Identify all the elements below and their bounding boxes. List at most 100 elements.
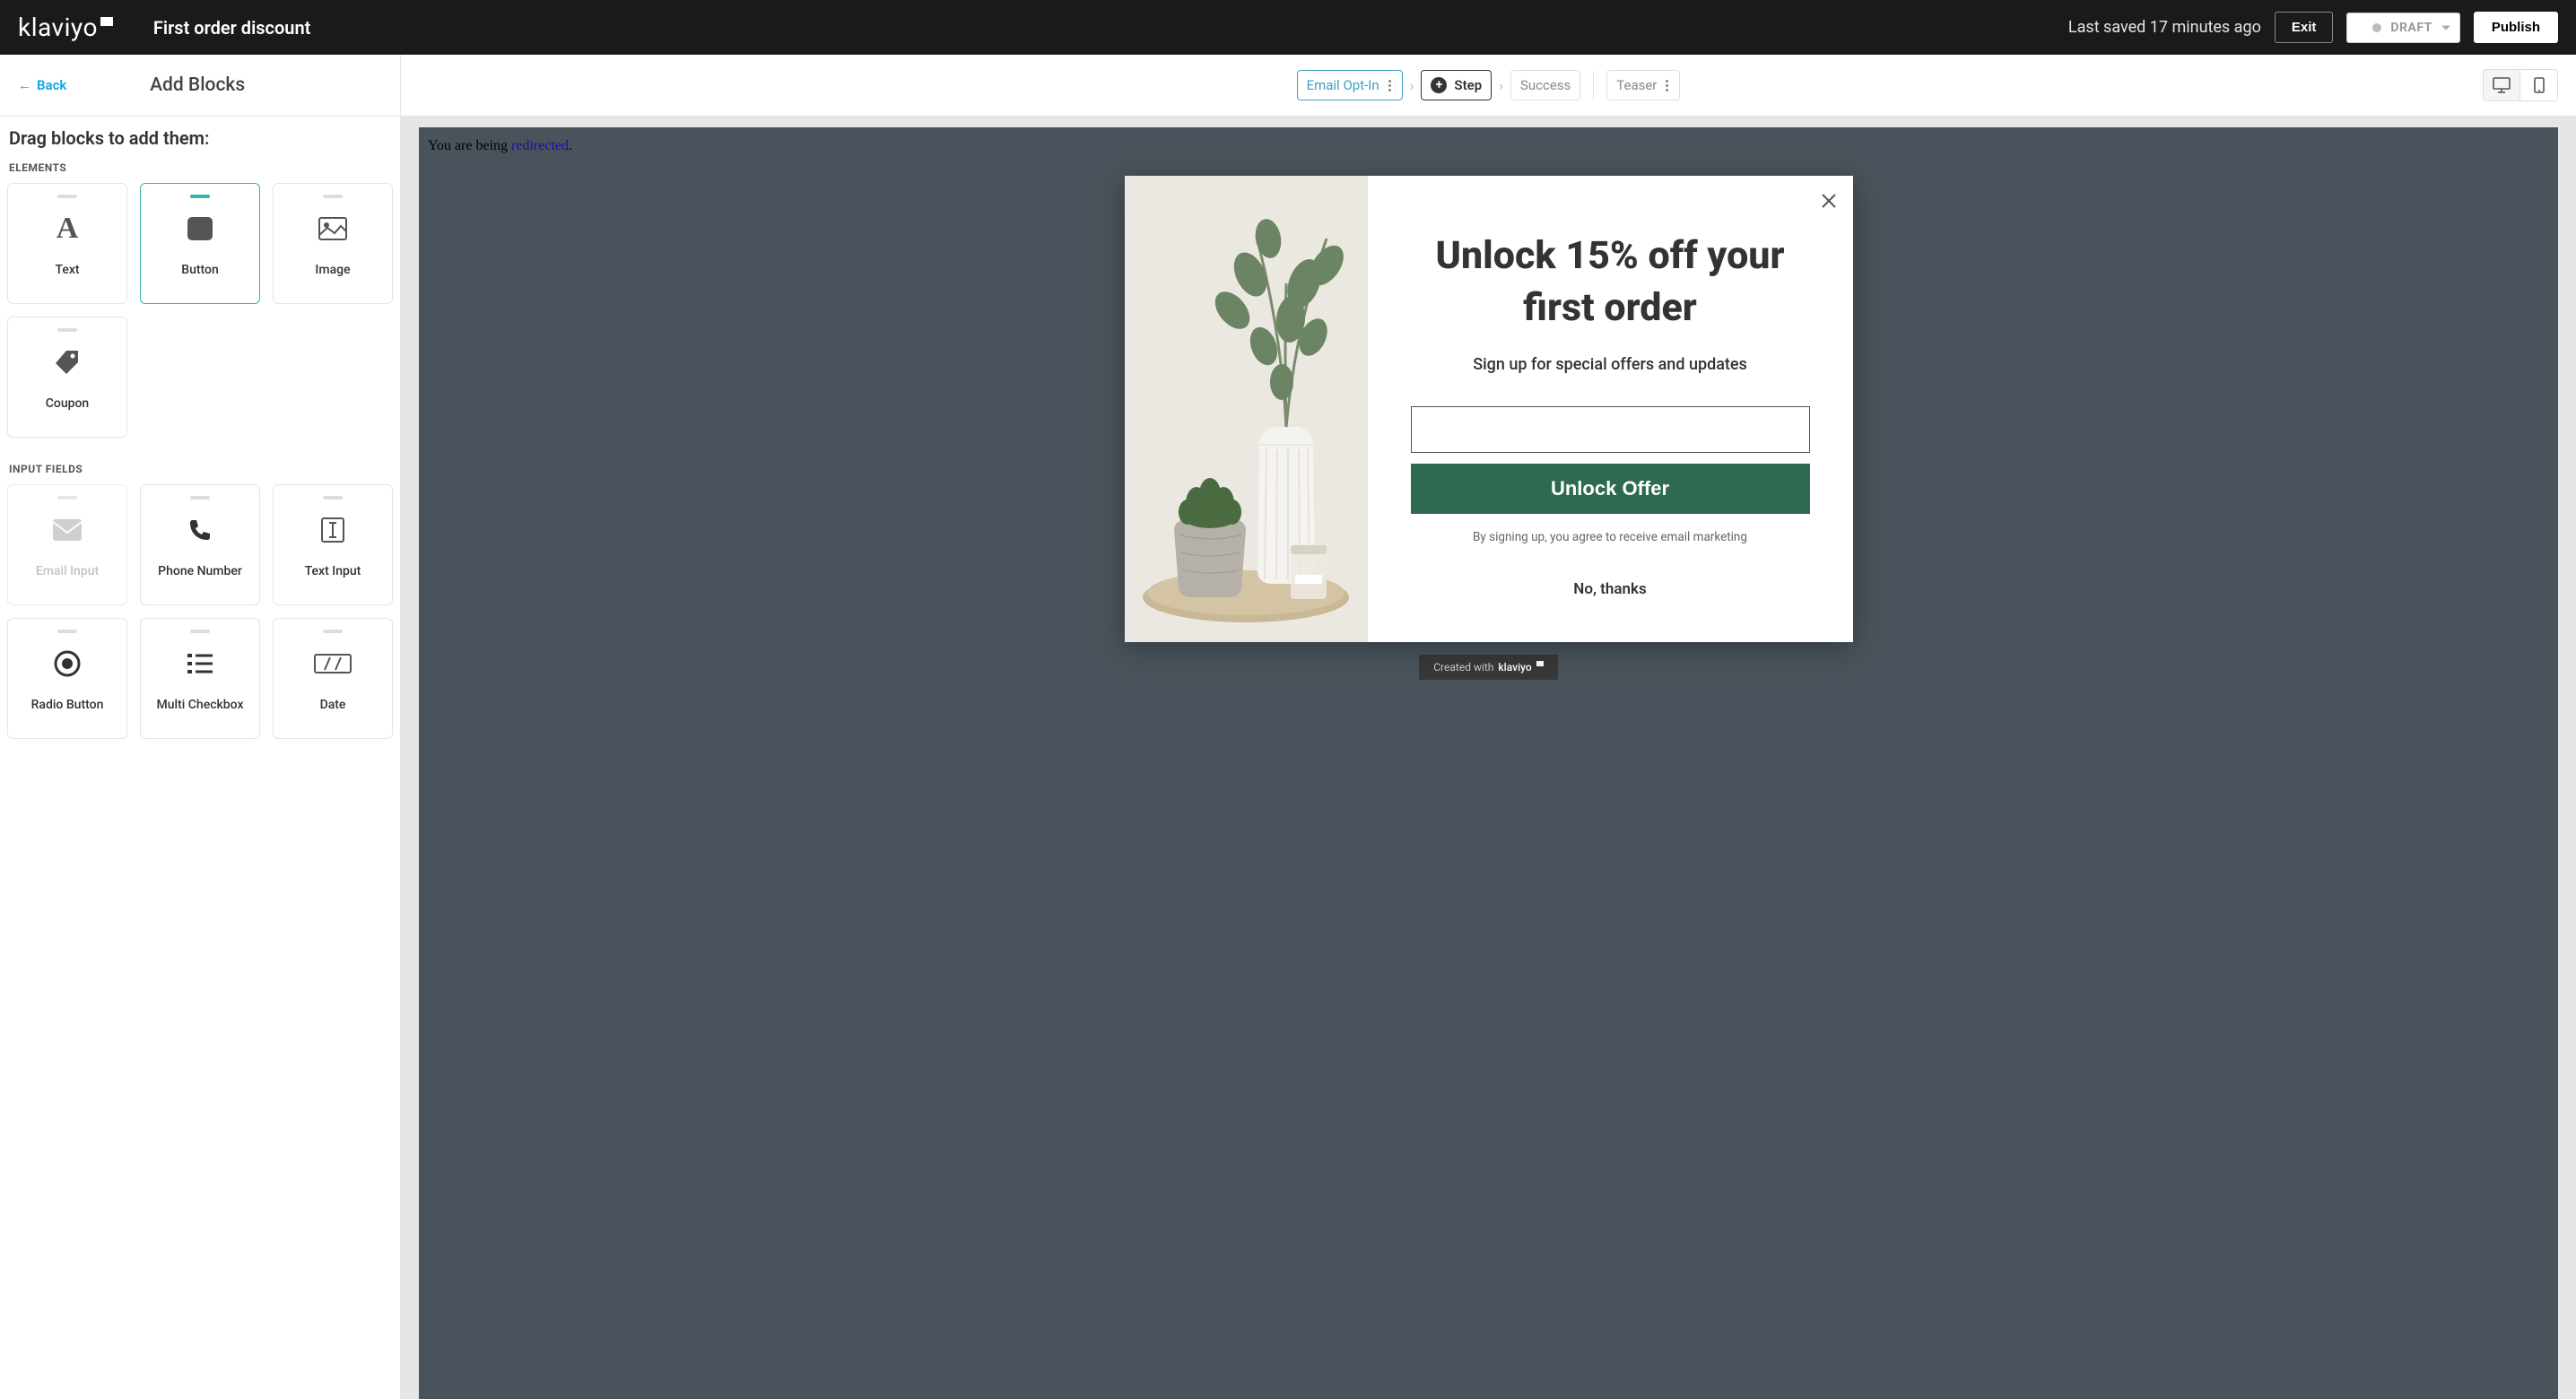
- drag-handle-icon: [323, 630, 343, 633]
- chevron-right-icon: ›: [1403, 77, 1422, 94]
- image-icon: [318, 211, 347, 247]
- logo-flag-icon: [100, 17, 113, 26]
- divider: [1593, 71, 1594, 100]
- block-text-input[interactable]: Text Input: [273, 484, 393, 605]
- steps-nav: Email Opt-In › + Step › Success Teaser: [401, 70, 2576, 100]
- preview-canvas: You are being redirected.: [401, 117, 2576, 1399]
- step-label: Success: [1520, 77, 1571, 93]
- envelope-icon: [53, 512, 82, 548]
- block-multi-checkbox[interactable]: Multi Checkbox: [140, 618, 260, 739]
- block-label: Text: [55, 263, 79, 277]
- mobile-icon: [2534, 77, 2545, 93]
- step-label: Email Opt-In: [1307, 77, 1379, 93]
- kebab-icon[interactable]: [1387, 80, 1393, 91]
- redirect-link[interactable]: redirected: [511, 138, 569, 153]
- publish-button[interactable]: Publish: [2474, 12, 2558, 43]
- back-button[interactable]: ← Back: [18, 77, 66, 93]
- close-button[interactable]: [1821, 192, 1837, 214]
- date-icon: [314, 646, 352, 682]
- status-dropdown[interactable]: DRAFT: [2346, 13, 2459, 43]
- drag-handle-icon: [323, 496, 343, 500]
- signup-popup: Unlock 15% off your first order Sign up …: [1125, 176, 1853, 642]
- block-button[interactable]: Button: [140, 183, 260, 304]
- kebab-icon[interactable]: [1664, 80, 1670, 91]
- sub-header: ← Back Add Blocks Email Opt-In › + Step …: [0, 55, 2576, 117]
- drag-handle-icon: [57, 328, 77, 332]
- block-label: Multi Checkbox: [156, 698, 243, 712]
- drag-handle-icon: [57, 630, 77, 633]
- exit-button[interactable]: Exit: [2275, 12, 2334, 43]
- step-label: Step: [1454, 77, 1482, 93]
- drag-handle-icon: [190, 195, 210, 198]
- main-area: Drag blocks to add them: ELEMENTS A Text…: [0, 117, 2576, 1399]
- redirect-prefix: You are being: [428, 138, 511, 153]
- step-label: Teaser: [1616, 77, 1657, 93]
- popup-image: [1125, 176, 1368, 642]
- block-label: Button: [181, 263, 219, 277]
- step-teaser[interactable]: Teaser: [1606, 70, 1680, 100]
- credit-text: Created with: [1433, 661, 1493, 673]
- no-thanks-link[interactable]: No, thanks: [1573, 580, 1646, 598]
- plant-illustration-icon: [1125, 176, 1368, 642]
- mobile-preview-button[interactable]: [2520, 69, 2558, 101]
- drag-handle-icon: [57, 195, 77, 198]
- drag-instruction: Drag blocks to add them:: [9, 127, 393, 149]
- back-label: Back: [37, 77, 66, 93]
- block-radio-button[interactable]: Radio Button: [7, 618, 127, 739]
- credit-badge: Created with klaviyo: [1419, 655, 1557, 680]
- block-image[interactable]: Image: [273, 183, 393, 304]
- block-text[interactable]: A Text: [7, 183, 127, 304]
- block-label: Image: [315, 263, 350, 277]
- block-date[interactable]: Date: [273, 618, 393, 739]
- drag-handle-icon: [323, 195, 343, 198]
- popup-disclaimer: By signing up, you agree to receive emai…: [1473, 530, 1747, 544]
- brand-logo: klaviyo: [18, 13, 113, 42]
- logo-flag-icon: [1536, 661, 1544, 666]
- block-email-input[interactable]: Email Input: [7, 484, 127, 605]
- button-icon: [187, 211, 213, 247]
- popup-content: Unlock 15% off your first order Sign up …: [1368, 176, 1853, 642]
- credit-brand: klaviyo: [1498, 661, 1531, 673]
- block-label: Phone Number: [158, 564, 242, 578]
- add-step-button[interactable]: + Step: [1421, 70, 1492, 100]
- drag-handle-icon: [190, 630, 210, 633]
- unlock-offer-button[interactable]: Unlock Offer: [1411, 464, 1810, 514]
- radio-icon: [54, 646, 81, 682]
- inputs-grid: Email Input Phone Number Text Input: [7, 484, 393, 739]
- section-inputs-label: INPUT FIELDS: [9, 463, 393, 475]
- phone-icon: [188, 512, 212, 548]
- email-input[interactable]: [1411, 406, 1810, 453]
- chevron-right-icon: ›: [1492, 77, 1510, 94]
- step-email-optin[interactable]: Email Opt-In: [1297, 70, 1403, 100]
- block-coupon[interactable]: Coupon: [7, 317, 127, 438]
- block-phone-number[interactable]: Phone Number: [140, 484, 260, 605]
- last-saved-text: Last saved 17 minutes ago: [2068, 18, 2261, 37]
- preview-frame: You are being redirected.: [419, 127, 2558, 1399]
- app-topbar: klaviyo First order discount Last saved …: [0, 0, 2576, 55]
- desktop-preview-button[interactable]: [2483, 69, 2520, 101]
- list-icon: [187, 646, 213, 682]
- block-label: Radio Button: [31, 698, 104, 712]
- drag-handle-icon: [190, 496, 210, 500]
- step-success[interactable]: Success: [1510, 70, 1580, 100]
- text-icon: A: [57, 211, 79, 247]
- block-label: Date: [320, 698, 346, 712]
- drag-handle-icon: [57, 496, 77, 500]
- block-label: Email Input: [36, 564, 99, 578]
- logo-text: klaviyo: [18, 13, 98, 42]
- text-input-icon: [320, 512, 345, 548]
- arrow-left-icon: ←: [18, 77, 31, 93]
- monitor-icon: [2493, 77, 2511, 93]
- close-icon: [1821, 193, 1837, 209]
- section-elements-label: ELEMENTS: [9, 161, 393, 174]
- panel-title: Add Blocks: [150, 74, 245, 96]
- elements-grid: A Text Button Image Coupon: [7, 183, 393, 438]
- plus-circle-icon: +: [1431, 77, 1447, 93]
- status-label: DRAFT: [2390, 21, 2432, 35]
- topbar-right-group: Last saved 17 minutes ago Exit DRAFT Pub…: [2068, 12, 2558, 43]
- caret-down-icon: [2441, 25, 2450, 30]
- blocks-sidebar: Drag blocks to add them: ELEMENTS A Text…: [0, 117, 401, 1399]
- device-toggle: [2483, 69, 2558, 101]
- block-label: Text Input: [305, 564, 361, 578]
- popup-subheading: Sign up for special offers and updates: [1473, 355, 1747, 374]
